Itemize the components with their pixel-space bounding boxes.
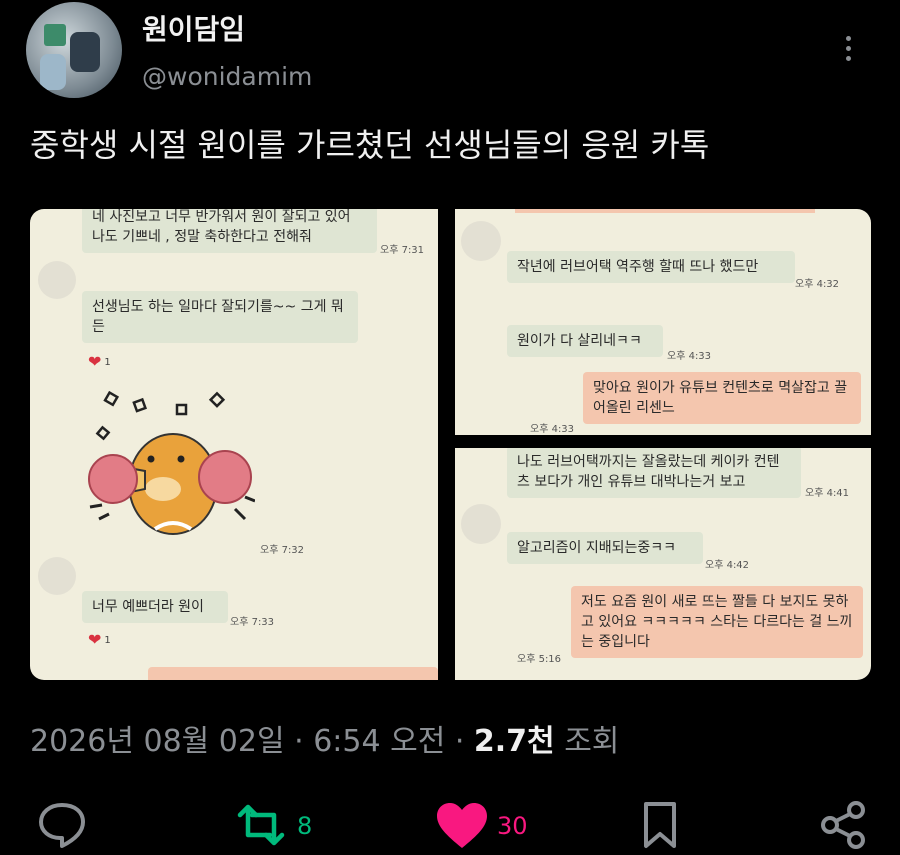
- chat-bubble: 원이가 다 살리네ㅋㅋ: [507, 325, 663, 357]
- chat-bubble: 선생님도 하는 일마다 잘되기를~~ 그게 뭐든: [82, 291, 358, 343]
- tweet-time: 6:54 오전: [313, 724, 446, 759]
- chat-bubble: 맞아요 원이가 유튜브 컨텐츠로 멱살잡고 끌어올린 리센느: [583, 372, 861, 424]
- tweet-meta: 2026년 08월 02일 · 6:54 오전 · 2.7천 조회: [30, 716, 619, 760]
- retweet-icon[interactable]: [232, 803, 290, 851]
- profile-placeholder: [461, 504, 501, 544]
- chat-timestamp: 오후 4:33: [530, 424, 575, 435]
- view-count[interactable]: 2.7천: [474, 724, 555, 759]
- user-handle[interactable]: @wonidamim: [142, 62, 312, 91]
- share-icon[interactable]: [818, 800, 868, 854]
- chat-screenshot-left[interactable]: 네 사진보고 너무 반가워서 원이 잘되고 있어 나도 기쁘네 , 정말 축하한…: [30, 209, 438, 680]
- view-label: 조회: [554, 724, 620, 759]
- profile-placeholder: [38, 261, 76, 299]
- chat-bubble: 작년에 러브어택 역주행 할때 뜨나 했드만: [507, 251, 795, 283]
- chat-timestamp: 오후 4:32: [795, 279, 840, 290]
- chat-bubble: 나도 러브어택까지는 잘올랐는데 케이카 컨텐츠 보다가 개인 유튜브 대박나는…: [507, 448, 801, 498]
- avatar[interactable]: [26, 2, 122, 98]
- chat-timestamp: 오후 4:42: [705, 560, 750, 571]
- separator: ·: [445, 724, 474, 759]
- chat-timestamp: 오후 7:32: [260, 545, 305, 556]
- profile-placeholder: [461, 221, 501, 261]
- chat-bubble-partial: [515, 209, 815, 213]
- chat-timestamp: 오후 7:31: [380, 245, 425, 256]
- reaction-count: 1: [104, 635, 111, 646]
- separator: ·: [284, 724, 314, 759]
- chat-bubble: 네 사진보고 너무 반가워서 원이 잘되고 있어 나도 기쁘네 , 정말 축하한…: [82, 209, 377, 253]
- profile-placeholder: [38, 557, 76, 595]
- chat-bubble-partial: [148, 667, 438, 680]
- heart-reaction: ❤ 1: [88, 352, 111, 371]
- retweet-count[interactable]: 8: [297, 812, 312, 840]
- chat-timestamp: 오후 4:33: [667, 351, 712, 362]
- bookmark-icon[interactable]: [640, 800, 680, 854]
- more-icon[interactable]: [846, 36, 854, 66]
- avatar-detail: [70, 32, 100, 72]
- avatar-detail: [40, 54, 66, 90]
- tweet-text: 중학생 시절 원이를 가르쳤던 선생님들의 응원 카톡: [30, 126, 710, 164]
- chat-timestamp: 오후 5:16: [517, 654, 562, 665]
- tweet-date: 2026년 08월 02일: [30, 724, 285, 759]
- reply-icon[interactable]: [36, 800, 88, 852]
- chat-bubble: 알고리즘이 지배되는중ㅋㅋ: [507, 532, 703, 564]
- display-name[interactable]: 원이담임: [142, 8, 245, 48]
- chat-bubble: 저도 요즘 원이 새로 뜨는 짤들 다 보지도 못하고 있어요 ㅋㅋㅋㅋㅋ 스타…: [571, 586, 863, 658]
- chat-timestamp: 오후 7:33: [230, 617, 275, 628]
- chat-screenshot-right-bottom[interactable]: 나도 러브어택까지는 잘올랐는데 케이카 컨텐츠 보다가 개인 유튜브 대박나는…: [455, 448, 871, 680]
- chat-bubble: 너무 예쁘더라 원이: [82, 591, 228, 623]
- chat-timestamp: 오후 4:41: [805, 488, 850, 499]
- chat-screenshot-right-top[interactable]: 작년에 러브어택 역주행 할때 뜨나 했드만 오후 4:32 원이가 다 살리네…: [455, 209, 871, 435]
- heart-reaction: ❤ 1: [88, 630, 111, 649]
- avatar-detail: [44, 24, 66, 46]
- like-count[interactable]: 30: [497, 812, 528, 840]
- ryan-sticker-image: [88, 390, 255, 535]
- heart-icon[interactable]: [434, 801, 490, 855]
- reaction-count: 1: [104, 357, 111, 368]
